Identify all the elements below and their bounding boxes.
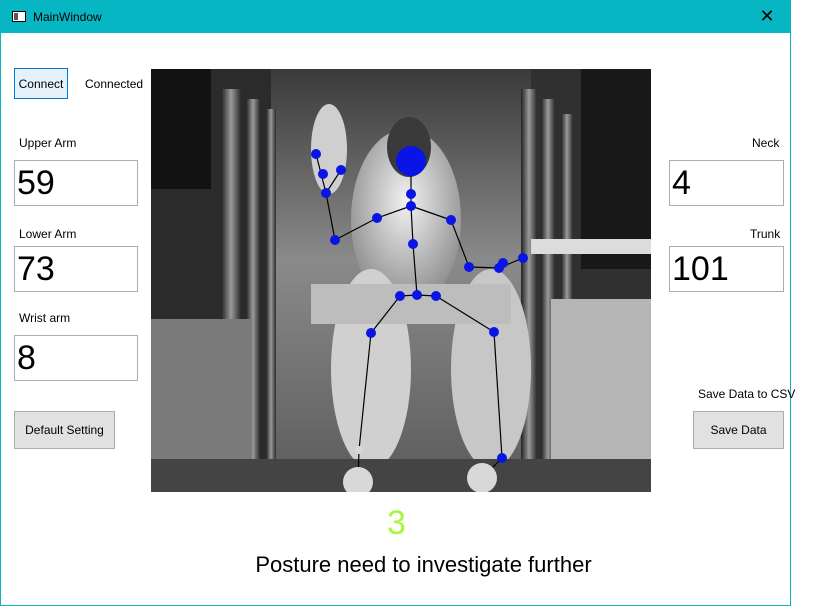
default-setting-button[interactable]: Default Setting bbox=[14, 411, 115, 449]
window-title: MainWindow bbox=[33, 10, 102, 24]
posture-message: Posture need to investigate further bbox=[255, 552, 592, 577]
lower-arm-label: Lower Arm bbox=[19, 227, 77, 241]
neck-field[interactable]: 4 bbox=[669, 160, 784, 206]
window-app-icon bbox=[12, 11, 26, 22]
right-hip-joint bbox=[431, 291, 441, 301]
left-foot-joint bbox=[343, 467, 373, 492]
right-hand-joint bbox=[498, 258, 508, 268]
skeleton-bones bbox=[315, 153, 524, 483]
wrist-arm-label: Wrist arm bbox=[19, 311, 71, 325]
left-hip-joint bbox=[395, 291, 405, 301]
right-shoulder-joint bbox=[446, 215, 456, 225]
spine-shoulder-joint bbox=[406, 201, 416, 211]
neck-joint bbox=[406, 189, 416, 199]
left-elbow-joint bbox=[330, 235, 340, 245]
right-foot-joint bbox=[467, 463, 497, 492]
spine-base-joint bbox=[412, 290, 422, 300]
left-shoulder-joint bbox=[372, 213, 382, 223]
left-wrist-joint bbox=[321, 188, 331, 198]
left-knee-joint bbox=[366, 328, 376, 338]
right-knee-joint bbox=[489, 327, 499, 337]
title-bar[interactable]: MainWindow ✕ bbox=[1, 1, 790, 33]
depth-camera-view bbox=[151, 69, 651, 492]
head-joint bbox=[396, 146, 426, 176]
wrist-arm-field[interactable]: 8 bbox=[14, 335, 138, 381]
connect-button[interactable]: Connect bbox=[14, 68, 68, 99]
upper-arm-label: Upper Arm bbox=[19, 136, 77, 150]
right-handtip-joint bbox=[518, 253, 528, 263]
right-elbow-joint bbox=[464, 262, 474, 272]
lower-arm-field[interactable]: 73 bbox=[14, 246, 138, 292]
skeleton-overlay bbox=[311, 146, 528, 492]
save-data-button[interactable]: Save Data bbox=[693, 411, 784, 449]
main-window: MainWindow ✕ Connect Connected Upper Arm… bbox=[0, 0, 795, 606]
connection-status: Connected bbox=[85, 77, 144, 91]
save-csv-label: Save Data to CSV bbox=[698, 387, 796, 401]
left-ankle-joint bbox=[355, 446, 363, 454]
upper-arm-field[interactable]: 59 bbox=[14, 160, 138, 206]
posture-score: 3 bbox=[387, 504, 406, 542]
trunk-label: Trunk bbox=[750, 227, 781, 241]
spine-mid-joint bbox=[408, 239, 418, 249]
close-icon[interactable]: ✕ bbox=[744, 1, 790, 33]
left-hand-joint bbox=[318, 169, 328, 179]
right-ankle-joint bbox=[497, 453, 507, 463]
skeleton-joints bbox=[311, 146, 528, 463]
trunk-field[interactable]: 101 bbox=[669, 246, 784, 292]
neck-label: Neck bbox=[752, 136, 780, 150]
inferred-joints bbox=[343, 446, 497, 492]
left-handtip-joint bbox=[311, 149, 321, 159]
left-thumb-joint bbox=[336, 165, 346, 175]
